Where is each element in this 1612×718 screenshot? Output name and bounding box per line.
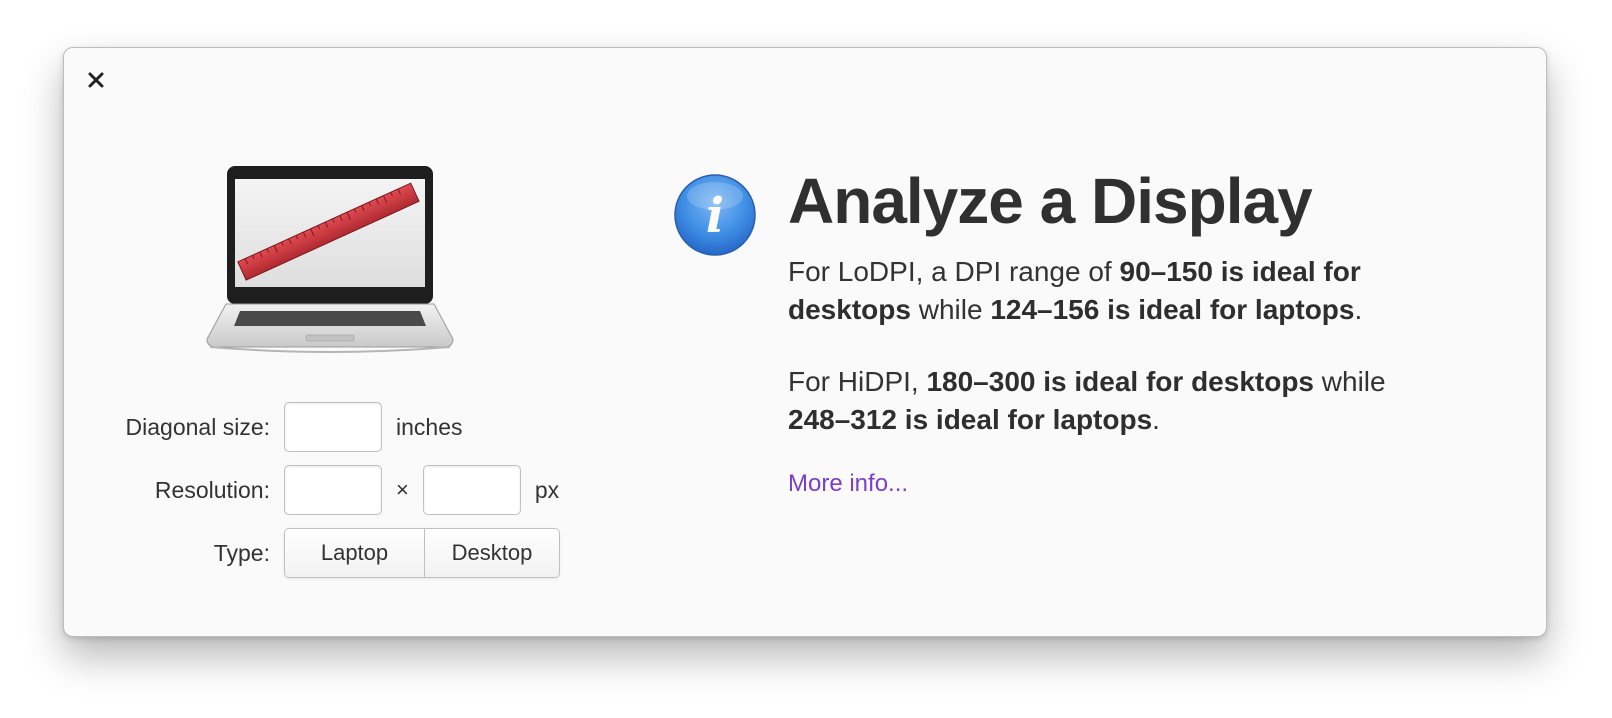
hidpi-text-3: . — [1152, 404, 1160, 435]
hidpi-text-2: while — [1314, 366, 1386, 397]
resolution-row: Resolution: × px — [64, 465, 559, 515]
lodpi-text-2: while — [910, 294, 991, 325]
info-glyph: i — [706, 188, 724, 244]
lodpi-laptop-range: 124–156 is ideal for laptops — [990, 294, 1355, 325]
times-sign: × — [396, 477, 409, 502]
type-segmented-control: Laptop Desktop — [284, 528, 560, 578]
type-desktop-button[interactable]: Desktop — [425, 529, 559, 577]
type-label: Type: — [213, 539, 270, 566]
lodpi-text-3: . — [1354, 294, 1363, 325]
info-icon: i — [674, 174, 756, 256]
lodpi-paragraph: For LoDPI, a DPI range of 90–150 is idea… — [788, 253, 1428, 329]
page-title: Analyze a Display — [788, 165, 1313, 237]
hidpi-laptop-range: 248–312 is ideal for laptops — [788, 404, 1153, 435]
diagonal-size-row: Diagonal size: inches — [64, 402, 462, 452]
analyze-display-dialog: Diagonal size: inches Resolution: × px T… — [63, 47, 1547, 637]
lodpi-text-1: For LoDPI, a DPI range of — [788, 256, 1120, 287]
close-icon — [88, 72, 104, 88]
close-button[interactable] — [84, 68, 108, 92]
hidpi-desktop-range: 180–300 is ideal for desktops — [926, 366, 1314, 397]
laptop-with-ruler-icon — [206, 166, 454, 353]
type-row: Type: Laptop Desktop — [64, 528, 560, 578]
resolution-unit-label: px — [534, 476, 560, 503]
hidpi-text-1: For HiDPI, — [788, 366, 927, 397]
diagonal-unit-label: inches — [396, 413, 463, 440]
hidpi-paragraph: For HiDPI, 180–300 is ideal for desktops… — [788, 363, 1428, 439]
resolution-height-input[interactable] — [422, 465, 521, 515]
type-laptop-button[interactable]: Laptop — [285, 529, 425, 577]
diagonal-size-label: Diagonal size: — [125, 413, 270, 440]
resolution-label: Resolution: — [154, 476, 270, 503]
more-info-link[interactable]: More info... — [788, 470, 908, 498]
diagonal-size-input[interactable] — [284, 402, 382, 452]
resolution-width-input[interactable] — [284, 465, 382, 515]
